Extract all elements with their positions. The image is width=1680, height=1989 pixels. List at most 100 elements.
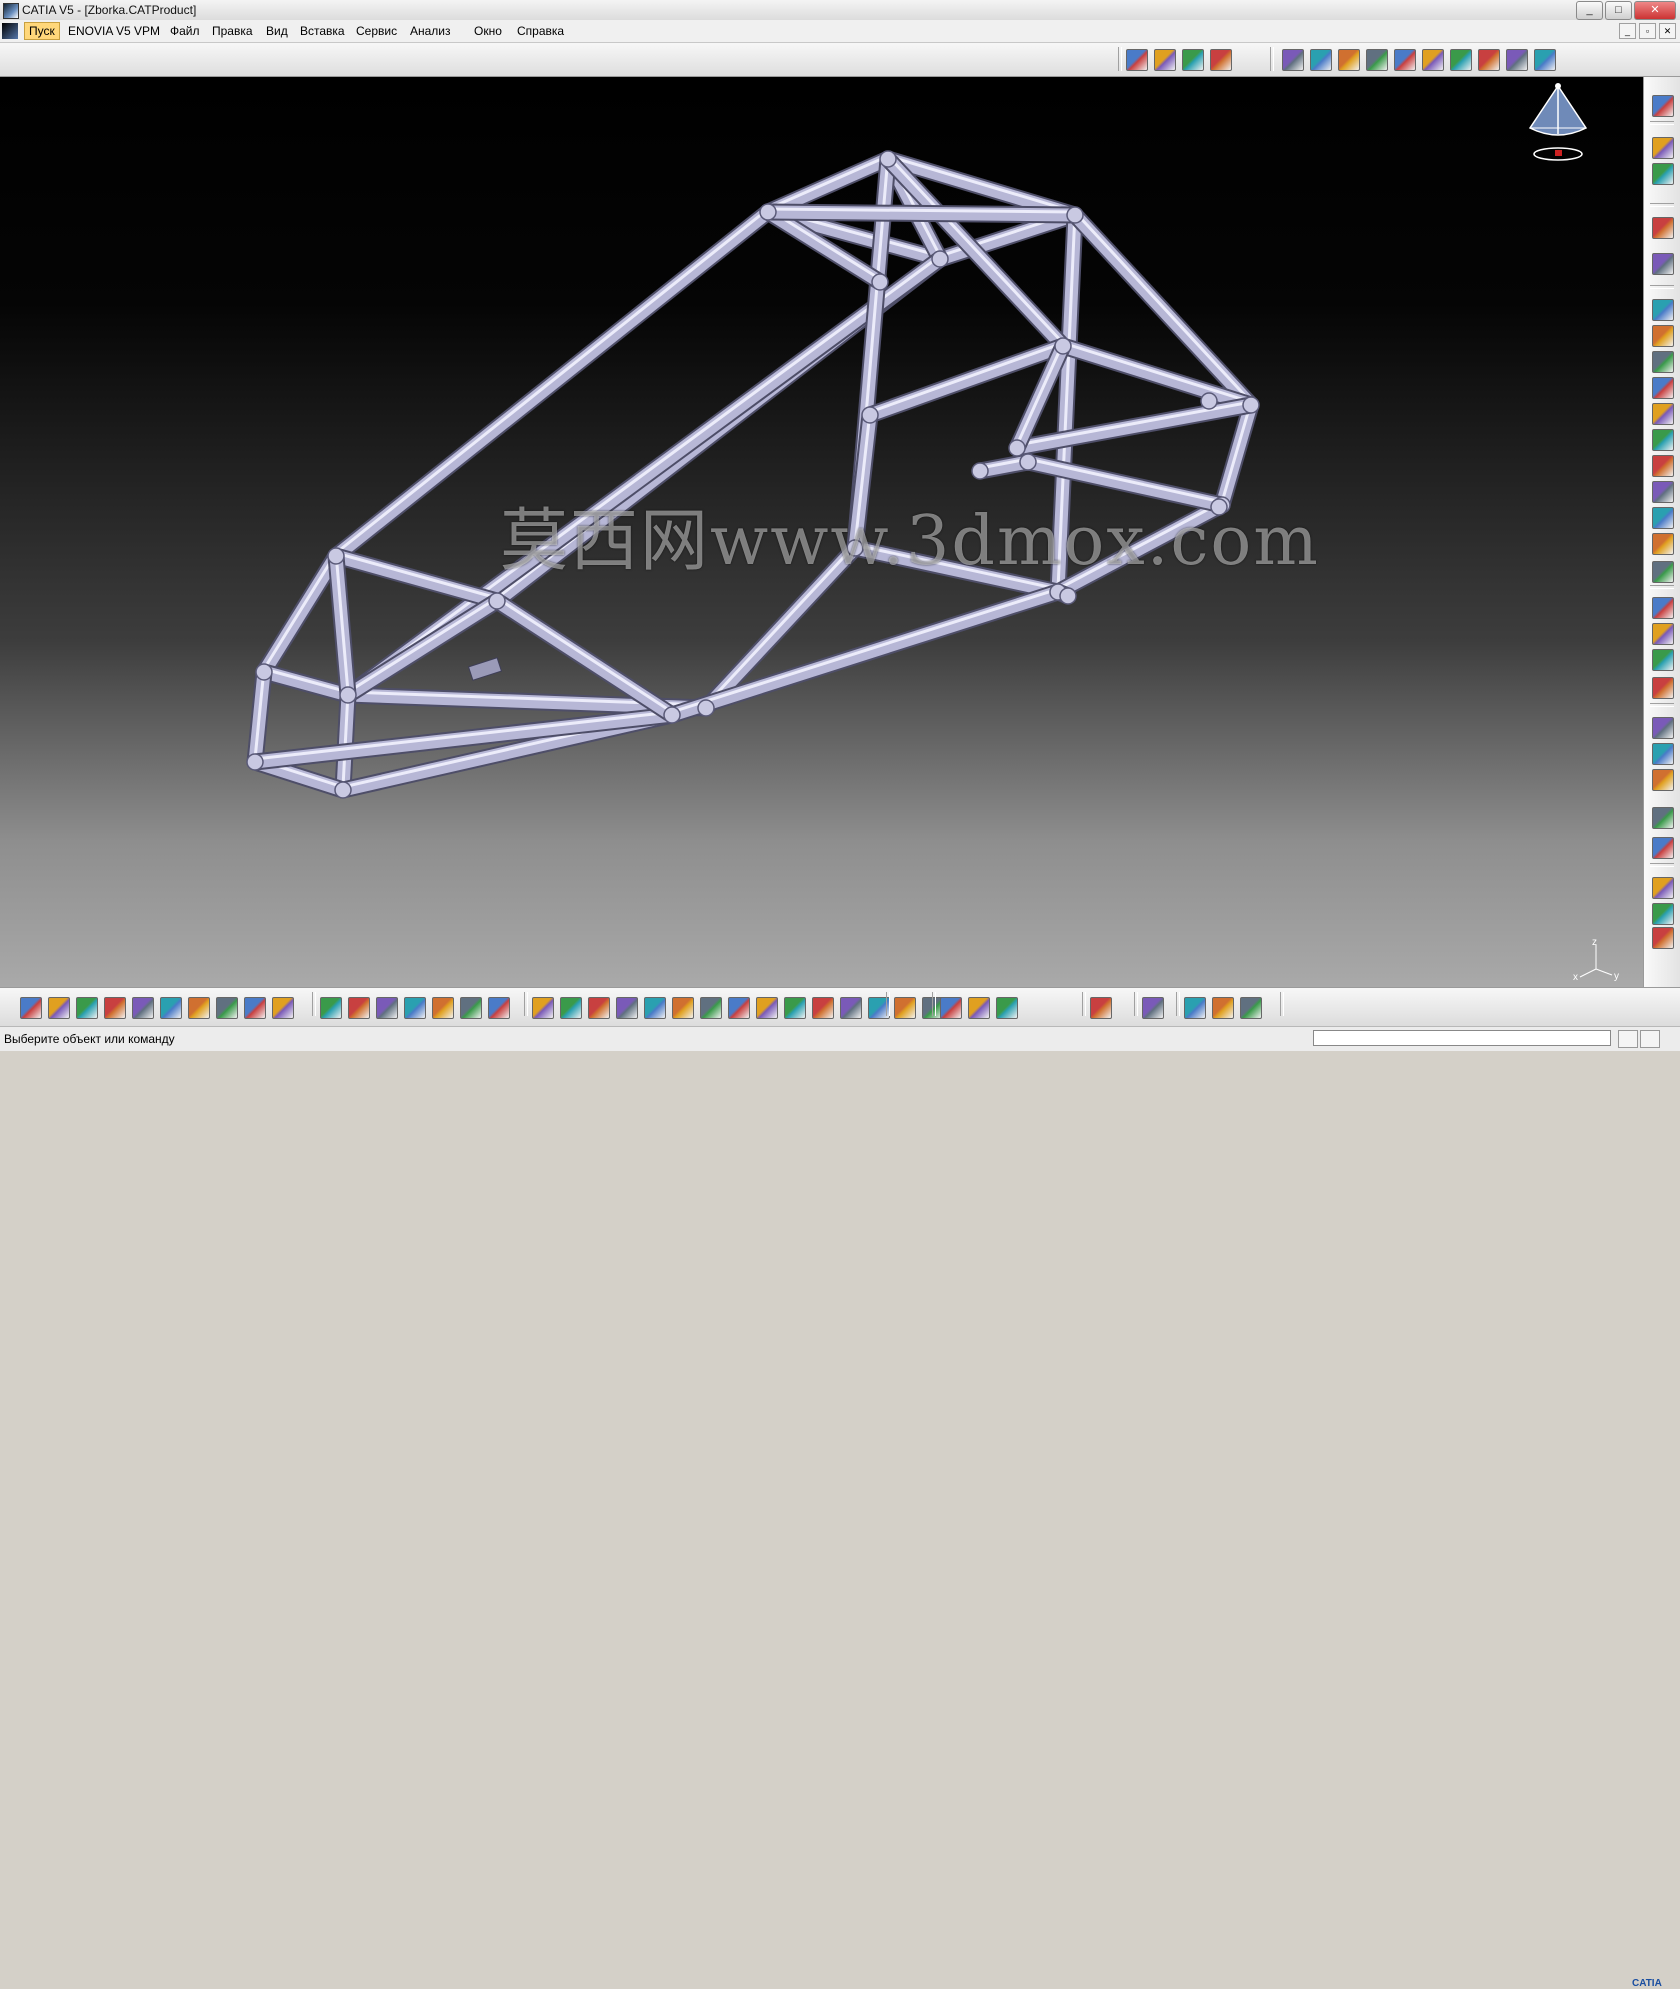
formula-icon[interactable]	[320, 997, 342, 1019]
document-icon[interactable]	[2, 23, 18, 39]
measure-icon[interactable]	[1652, 403, 1674, 425]
sectioning-icon[interactable]	[1090, 997, 1112, 1019]
contact-icon[interactable]	[1366, 49, 1388, 71]
product-init-icon[interactable]	[1652, 837, 1674, 859]
text-icon[interactable]	[1652, 507, 1674, 529]
comment-icon[interactable]	[348, 997, 370, 1019]
knowledge-icon[interactable]	[376, 997, 398, 1019]
shading-icon[interactable]	[784, 997, 806, 1019]
measure-inertia-icon[interactable]	[968, 997, 990, 1019]
menu-enovia[interactable]: ENOVIA V5 VPM	[64, 23, 164, 39]
flex-icon[interactable]	[1652, 743, 1674, 765]
menu-insert[interactable]: Вставка	[296, 23, 349, 39]
frame-tube[interactable]	[257, 549, 343, 679]
status-button-2[interactable]	[1640, 1030, 1660, 1048]
undo-icon[interactable]	[216, 997, 238, 1019]
publish-icon[interactable]	[1652, 769, 1674, 791]
hide-show-icon[interactable]	[812, 997, 834, 1019]
lock-icon[interactable]	[460, 997, 482, 1019]
new-icon[interactable]	[20, 997, 42, 1019]
sectioning-icon[interactable]	[1652, 377, 1674, 399]
distance-icon[interactable]	[1652, 429, 1674, 451]
catia-app-icon[interactable]	[3, 3, 19, 19]
zoom-out-icon[interactable]	[672, 997, 694, 1019]
close-button[interactable]: ✕	[1634, 1, 1676, 20]
save-mgmt-icon[interactable]	[1652, 807, 1674, 829]
frame-tube[interactable]	[665, 585, 1065, 722]
menu-view[interactable]: Вид	[262, 23, 292, 39]
fix-icon[interactable]	[1310, 49, 1332, 71]
numbering-icon[interactable]	[1652, 877, 1674, 899]
pan-icon[interactable]	[588, 997, 610, 1019]
quick-constraint-icon[interactable]	[1478, 49, 1500, 71]
minimize-button[interactable]: _	[1576, 1, 1603, 20]
coincidence-icon[interactable]	[1338, 49, 1360, 71]
fly-mode-icon[interactable]	[532, 997, 554, 1019]
3d-viewport[interactable]: 莫西网www.3dmox.com z x y	[0, 77, 1643, 987]
catalog-browser-icon[interactable]	[1652, 137, 1674, 159]
existing-component-icon[interactable]	[1210, 49, 1232, 71]
menu-start[interactable]: Пуск	[24, 22, 60, 40]
fix-together-icon[interactable]	[1450, 49, 1472, 71]
open-icon[interactable]	[48, 997, 70, 1019]
angle-icon[interactable]	[1422, 49, 1444, 71]
assembly-icon[interactable]	[1652, 597, 1674, 619]
frame-tube[interactable]	[341, 594, 504, 702]
menu-help[interactable]: Справка	[513, 23, 568, 39]
scene-icon[interactable]	[1652, 717, 1674, 739]
cut-icon[interactable]	[132, 997, 154, 1019]
menu-window[interactable]: Окно	[470, 23, 506, 39]
doc-minimize-button[interactable]: _	[1619, 23, 1636, 39]
clash-icon[interactable]	[996, 997, 1018, 1019]
render-icon[interactable]	[1142, 997, 1164, 1019]
frame-tube[interactable]	[1010, 398, 1258, 455]
paste-icon[interactable]	[188, 997, 210, 1019]
component-icon[interactable]	[1154, 49, 1176, 71]
tree-icon[interactable]	[432, 997, 454, 1019]
manipulate-icon[interactable]	[1534, 49, 1556, 71]
snap-icon[interactable]	[1652, 253, 1674, 275]
part-icon[interactable]	[1182, 49, 1204, 71]
annotation-icon[interactable]	[1652, 481, 1674, 503]
select-icon[interactable]	[1652, 217, 1674, 239]
component-icon[interactable]	[1652, 903, 1674, 925]
scene-icon[interactable]	[1184, 997, 1206, 1019]
translate-icon[interactable]	[1652, 455, 1674, 477]
generate-icon[interactable]	[1652, 649, 1674, 671]
doc-restore-button[interactable]: ▫	[1639, 23, 1656, 39]
grid-icon[interactable]	[1240, 997, 1262, 1019]
settings-icon[interactable]	[1652, 95, 1674, 117]
multi-view-icon[interactable]	[728, 997, 750, 1019]
offset-icon[interactable]	[1394, 49, 1416, 71]
menu-file[interactable]: Файл	[166, 23, 204, 39]
menu-edit[interactable]: Правка	[208, 23, 257, 39]
table-icon[interactable]	[404, 997, 426, 1019]
measure-item-icon[interactable]	[940, 997, 962, 1019]
view-icon[interactable]	[1652, 561, 1674, 583]
manipulate-icon[interactable]	[1652, 299, 1674, 321]
fit-all-icon[interactable]	[560, 997, 582, 1019]
explode-icon[interactable]	[1652, 325, 1674, 347]
replace-icon[interactable]	[894, 997, 916, 1019]
rotate-icon[interactable]	[616, 997, 638, 1019]
constraint-icon[interactable]	[1282, 49, 1304, 71]
menu-tools[interactable]: Сервис	[352, 23, 401, 39]
compass-icon[interactable]	[1520, 82, 1595, 167]
menu-analysis[interactable]: Анализ	[406, 23, 455, 39]
doc-close-button[interactable]: ✕	[1659, 23, 1676, 39]
catalog-icon[interactable]	[488, 997, 510, 1019]
swap-visible-icon[interactable]	[840, 997, 862, 1019]
capture-icon[interactable]	[1652, 533, 1674, 555]
whats-this-icon[interactable]	[272, 997, 294, 1019]
status-button-1[interactable]	[1618, 1030, 1638, 1048]
zoom-in-icon[interactable]	[644, 997, 666, 1019]
frame-tube[interactable]	[329, 549, 504, 608]
command-input[interactable]	[1313, 1030, 1611, 1046]
redo-icon[interactable]	[244, 997, 266, 1019]
params-icon[interactable]	[1652, 163, 1674, 185]
update-icon[interactable]	[1506, 49, 1528, 71]
bill-icon[interactable]	[1652, 677, 1674, 699]
save-icon[interactable]	[76, 997, 98, 1019]
material-icon[interactable]	[1212, 997, 1234, 1019]
copy-icon[interactable]	[160, 997, 182, 1019]
